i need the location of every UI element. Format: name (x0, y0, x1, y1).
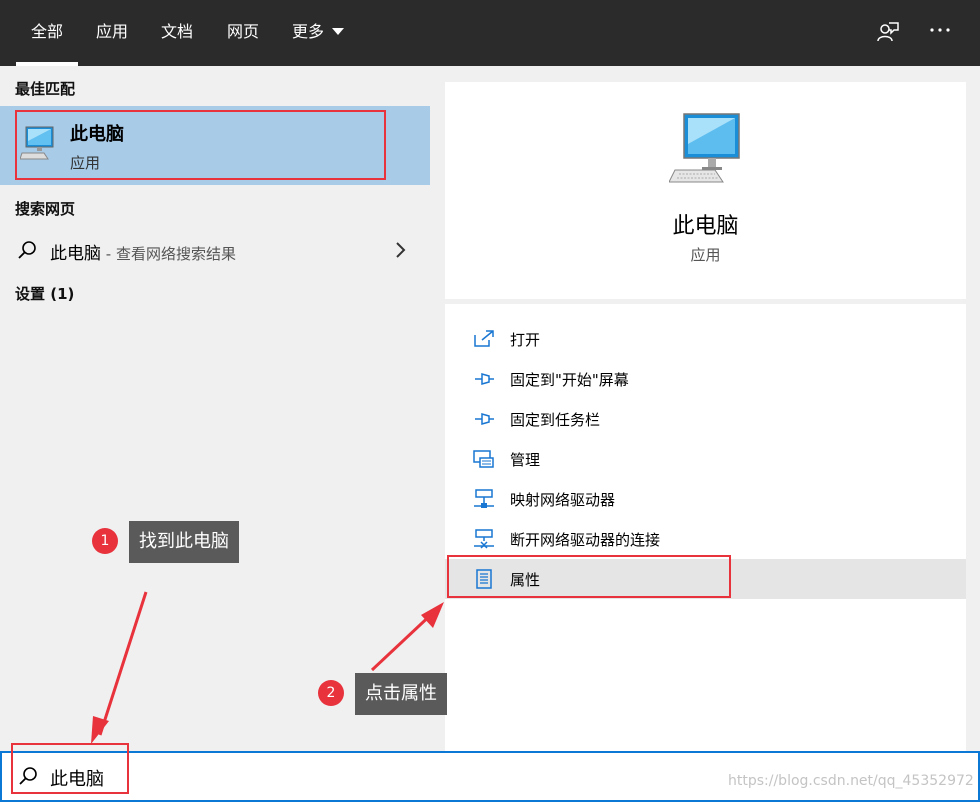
watermark: https://blog.csdn.net/qq_45352972 (728, 773, 974, 789)
action-map-drive[interactable]: 映射网络驱动器 (445, 479, 966, 519)
highlight-box-search (11, 743, 129, 794)
web-search-item[interactable]: 此电脑 - 查看网络搜索结果 (0, 230, 430, 270)
computer-large-icon (668, 112, 743, 188)
tab-more-label: 更多 (292, 22, 325, 41)
tab-web[interactable]: 网页 (227, 0, 259, 66)
web-search-heading: 搜索网页 (15, 200, 76, 218)
manage-icon (473, 449, 495, 469)
app-name: 此电脑 (672, 214, 739, 239)
action-open-label: 打开 (510, 331, 541, 349)
web-search-suffix: - 查看网络搜索结果 (101, 245, 236, 263)
best-match-heading: 最佳匹配 (15, 80, 76, 98)
tab-more[interactable]: 更多 (292, 0, 345, 66)
network-drive-icon (473, 489, 495, 509)
filter-bar: 全部 应用 文档 网页 更多 (0, 0, 980, 66)
action-list: 打开 固定到"开始"屏幕 固定到任务栏 管理 映射网络驱动器 断开网络驱动器的连… (445, 304, 966, 752)
action-map-drive-label: 映射网络驱动器 (510, 491, 616, 509)
action-manage[interactable]: 管理 (445, 439, 966, 479)
open-icon (473, 329, 495, 349)
action-pin-taskbar-label: 固定到任务栏 (510, 411, 601, 429)
caret-down-icon (332, 27, 345, 35)
feedback-icon[interactable] (876, 20, 900, 48)
step-badge-1: 1 (92, 528, 118, 554)
action-pin-taskbar[interactable]: 固定到任务栏 (445, 399, 966, 439)
disconnect-drive-icon (473, 529, 495, 549)
step-callout-1: 找到此电脑 (129, 521, 239, 563)
tab-all[interactable]: 全部 (16, 0, 79, 66)
action-pin-start-label: 固定到"开始"屏幕 (510, 371, 629, 389)
web-search-text: 此电脑 - 查看网络搜索结果 (50, 239, 236, 264)
action-disconnect-drive-label: 断开网络驱动器的连接 (510, 531, 661, 549)
pin-icon (473, 369, 495, 389)
highlight-box-best-match (15, 110, 386, 180)
web-search-query: 此电脑 (50, 244, 101, 264)
chevron-right-icon[interactable] (394, 241, 406, 263)
pin-icon (473, 409, 495, 429)
highlight-box-properties (447, 555, 731, 598)
search-icon (17, 240, 37, 264)
tab-apps[interactable]: 应用 (96, 0, 128, 66)
tab-documents[interactable]: 文档 (161, 0, 193, 66)
more-options-icon[interactable] (929, 18, 951, 46)
app-preview-card: 此电脑 应用 (445, 82, 966, 299)
action-disconnect-drive[interactable]: 断开网络驱动器的连接 (445, 519, 966, 559)
settings-heading[interactable]: 设置 (1) (15, 283, 74, 304)
app-type: 应用 (690, 246, 721, 264)
action-manage-label: 管理 (510, 451, 541, 469)
step-callout-2: 点击属性 (355, 673, 447, 715)
action-open[interactable]: 打开 (445, 319, 966, 359)
step-badge-2: 2 (318, 680, 344, 706)
action-pin-start[interactable]: 固定到"开始"屏幕 (445, 359, 966, 399)
